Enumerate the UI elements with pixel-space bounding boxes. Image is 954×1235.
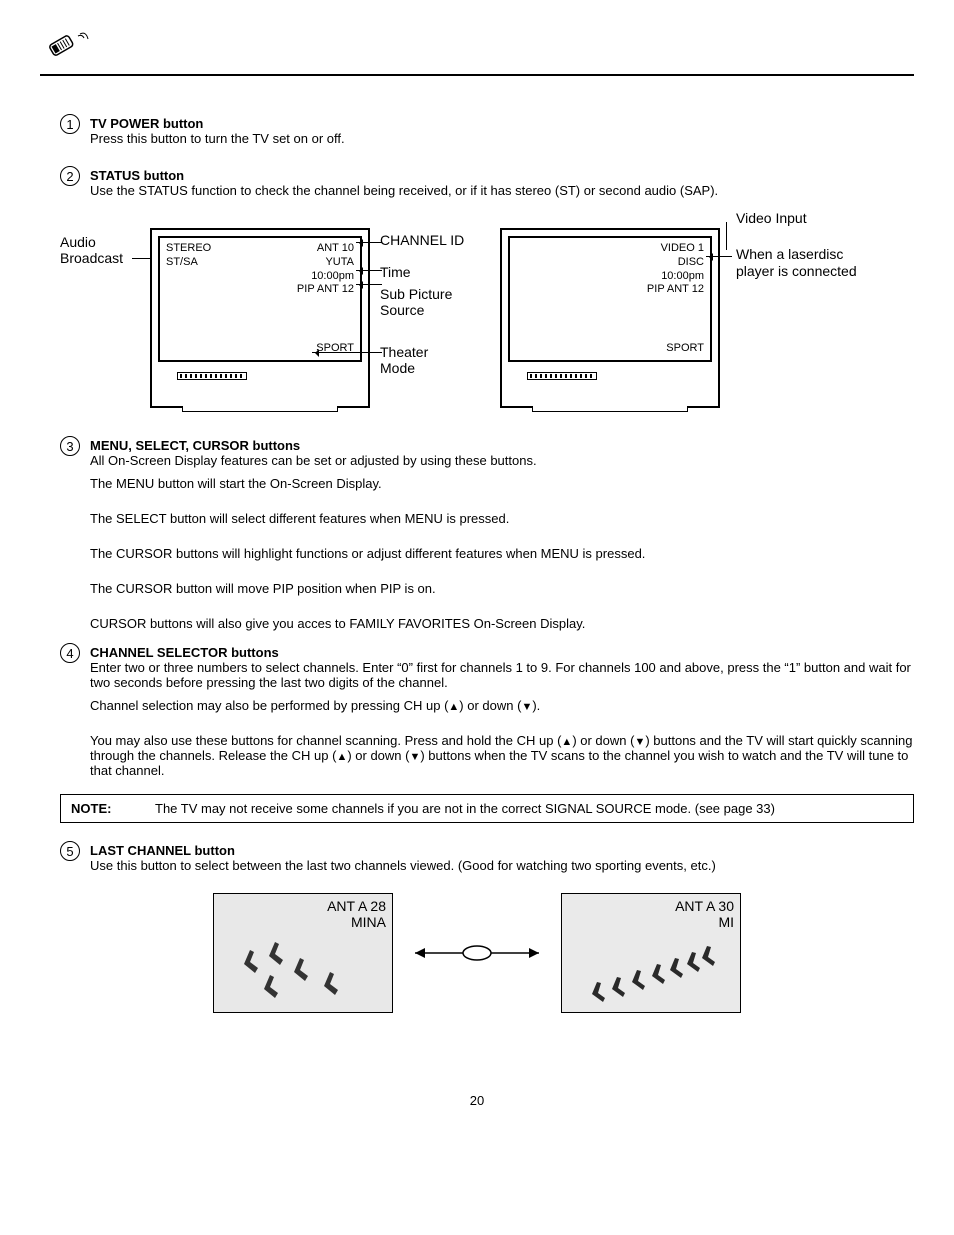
item-2: 2 STATUS button Use the STATUS function … — [40, 168, 914, 198]
arrow-line — [356, 242, 382, 243]
item-5-title: LAST CHANNEL button — [90, 843, 235, 858]
note-label: NOTE: — [71, 801, 131, 816]
item-5-desc: Use this button to select between the la… — [90, 858, 716, 873]
photo-1-label: ANT A 28MINA — [327, 898, 386, 930]
bullet-1-icon: 1 — [60, 114, 80, 134]
triangle-down-icon: ▼ — [409, 751, 420, 763]
note-text: The TV may not receive some channels if … — [155, 801, 775, 816]
triangle-up-icon: ▲ — [336, 751, 347, 763]
item-1: 1 TV POWER button Press this button to t… — [40, 116, 914, 146]
osd-yuta: YUTA — [325, 256, 354, 268]
tv-stand-icon — [182, 406, 338, 412]
item-3: 3 MENU, SELECT, CURSOR buttons All On-Sc… — [40, 438, 914, 637]
item-4-title: CHANNEL SELECTOR buttons — [90, 645, 279, 660]
callout-time: Time — [380, 264, 411, 280]
callout-theater-mode: TheaterMode — [380, 344, 428, 376]
bullet-4-icon: 4 — [60, 643, 80, 663]
tv-screen-2: VIDEO 1 DISC 10:00pm PIP ANT 12 SPORT — [500, 228, 730, 408]
callout-channel-id: CHANNEL ID — [380, 232, 464, 248]
arrow-line — [312, 352, 382, 353]
audio-broadcast-label: Audio Broadcast — [60, 234, 150, 266]
remote-control-icon — [40, 30, 914, 66]
note-box: NOTE: The TV may not receive some channe… — [60, 794, 914, 823]
callout-sub-picture: Sub PictureSource — [380, 286, 452, 318]
swap-arrow-icon — [407, 938, 547, 968]
item-4-p3: You may also use these buttons for chann… — [90, 733, 914, 778]
arrow-line — [356, 270, 382, 271]
photo-sport-1: ANT A 28MINA — [213, 893, 393, 1013]
osd-video: VIDEO 1 — [661, 242, 704, 254]
item-4: 4 CHANNEL SELECTOR buttons Enter two or … — [40, 645, 914, 784]
triangle-down-icon: ▼ — [521, 701, 532, 713]
triangle-up-icon: ▲ — [448, 701, 459, 713]
item-4-p2: Channel selection may also be performed … — [90, 698, 914, 713]
triangle-down-icon: ▼ — [634, 736, 645, 748]
arrow-line — [706, 256, 732, 257]
bullet-5-icon: 5 — [60, 841, 80, 861]
osd-stereo: STEREO — [166, 242, 211, 254]
osd-pip-2: PIP ANT 12 — [647, 283, 704, 295]
bullet-3-icon: 3 — [60, 436, 80, 456]
item-4-p1: Enter two or three numbers to select cha… — [90, 660, 911, 690]
status-diagram: Audio Broadcast STEREO ST/SA ANT 10 YUTA… — [60, 228, 914, 408]
item-2-title: STATUS button — [90, 168, 184, 183]
osd-ant: ANT 10 — [317, 242, 354, 254]
item-3-p1: All On-Screen Display features can be se… — [90, 453, 537, 468]
osd-disc: DISC — [678, 256, 704, 268]
arrow-line — [356, 284, 382, 285]
callout-laserdisc: When a laserdiscplayer is connected — [736, 246, 857, 280]
item-3-p4: The CURSOR buttons will highlight functi… — [90, 546, 914, 561]
osd-stsa: ST/SA — [166, 256, 198, 268]
item-3-p5: The CURSOR button will move PIP position… — [90, 581, 914, 596]
photo-sport-2: ANT A 30MI — [561, 893, 741, 1013]
osd-sport: SPORT — [316, 342, 354, 356]
last-channel-diagram: ANT A 28MINA ANT A 30MI — [197, 893, 757, 1013]
item-3-title: MENU, SELECT, CURSOR buttons — [90, 438, 300, 453]
header-rule — [40, 30, 914, 76]
tv-stand-icon — [532, 406, 688, 412]
osd-pip: PIP ANT 12 — [297, 283, 354, 295]
tv-controls-icon — [177, 372, 247, 380]
item-2-desc: Use the STATUS function to check the cha… — [90, 183, 718, 198]
osd-sport-2: SPORT — [666, 342, 704, 356]
item-1-title: TV POWER button — [90, 116, 203, 131]
item-3-p2: The MENU button will start the On-Screen… — [90, 476, 914, 491]
item-3-p3: The SELECT button will select different … — [90, 511, 914, 526]
osd-time-2: 10:00pm — [661, 270, 704, 282]
item-3-p6: CURSOR buttons will also give you acces … — [90, 616, 914, 631]
triangle-up-icon: ▲ — [561, 736, 572, 748]
arrow-line — [726, 222, 727, 250]
bullet-2-icon: 2 — [60, 166, 80, 186]
item-5: 5 LAST CHANNEL button Use this button to… — [40, 843, 914, 873]
page-number: 20 — [40, 1093, 914, 1108]
photo-2-label: ANT A 30MI — [675, 898, 734, 930]
osd-time: 10:00pm — [311, 270, 354, 282]
callout-video-input: Video Input — [736, 210, 807, 226]
tv-controls-icon — [527, 372, 597, 380]
item-1-desc: Press this button to turn the TV set on … — [90, 131, 345, 146]
tv-screen-1: STEREO ST/SA ANT 10 YUTA 10:00pm PIP ANT… — [150, 228, 380, 408]
